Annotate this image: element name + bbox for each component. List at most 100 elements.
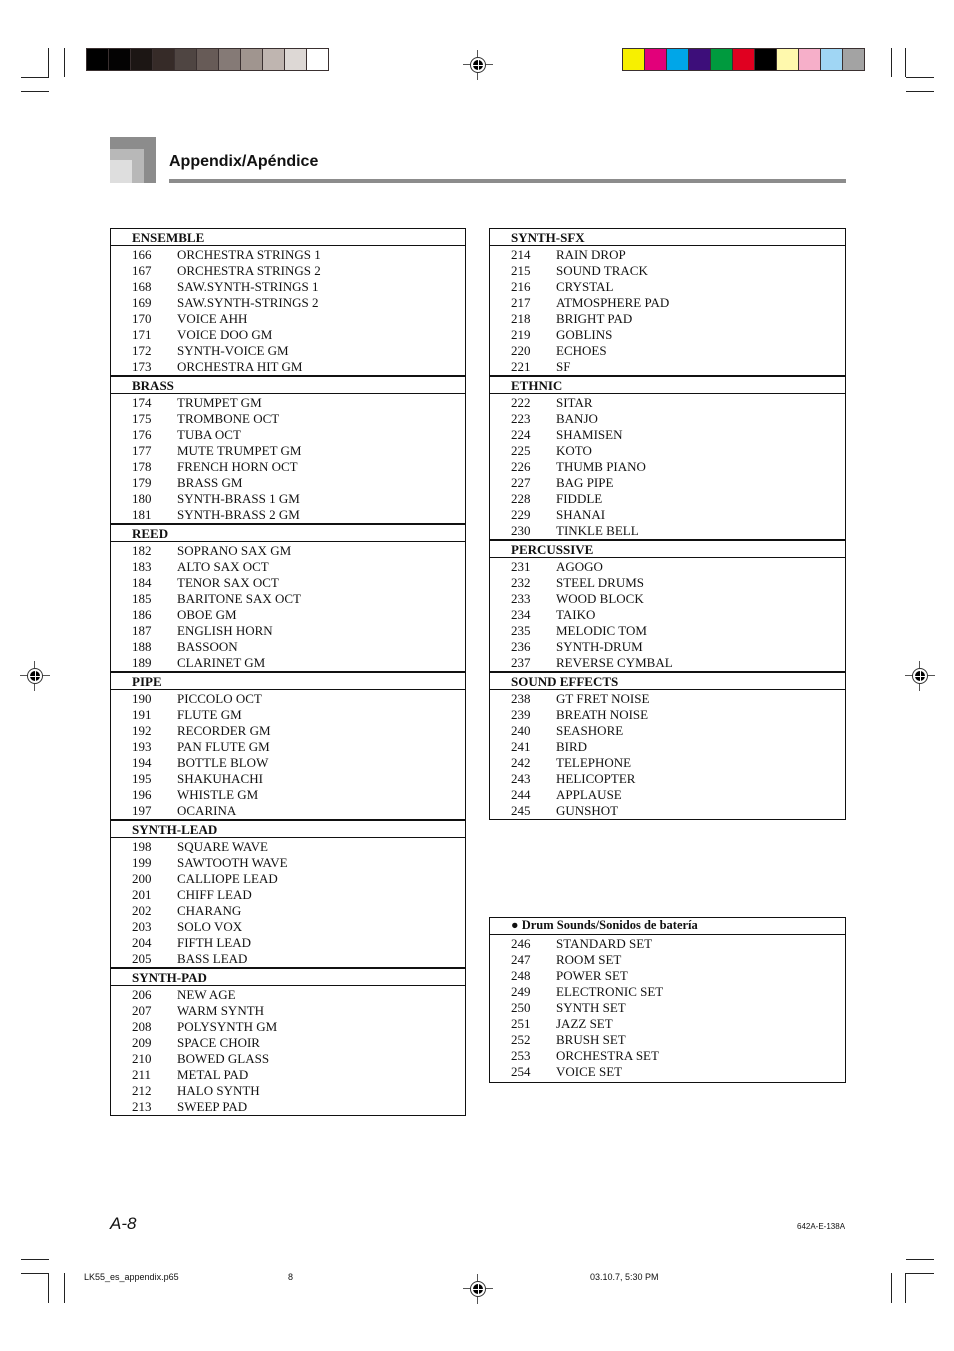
- tone-number: 205: [132, 951, 152, 966]
- tone-row: 176 TUBA OCT: [111, 427, 465, 443]
- color-swatch: [689, 49, 710, 70]
- tone-number: 204: [132, 935, 152, 950]
- category-body: 214 RAIN DROP 215 SOUND TRACK 216 CRYSTAL 217 A…: [490, 246, 845, 377]
- tone-row: 222 SITAR: [490, 395, 845, 411]
- color-swatch: [153, 49, 174, 70]
- tone-name: BREATH NOISE: [556, 707, 649, 722]
- tone-name: GOBLINS: [556, 327, 613, 342]
- tone-name: JAZZ SET: [556, 1016, 613, 1031]
- tone-row: 237 REVERSE CYMBAL: [490, 655, 845, 671]
- tone-name: FIDDLE: [556, 491, 603, 506]
- tone-number: 220: [511, 343, 531, 358]
- tone-row: 171 VOICE DOO GM: [111, 327, 465, 343]
- tone-category-section: PERCUSSIVE 231 AGOGO 232 STEEL DRUMS 233 WOOD …: [490, 541, 845, 673]
- tone-name: SWEEP PAD: [177, 1099, 248, 1114]
- tone-row: 173 ORCHESTRA HIT GM: [111, 359, 465, 375]
- tone-row: 220 ECHOES: [490, 343, 845, 359]
- tone-row: 238 GT FRET NOISE: [490, 691, 845, 707]
- tone-name: SYNTH SET: [556, 1000, 626, 1015]
- tone-number: 223: [511, 411, 531, 426]
- tone-name: SOUND TRACK: [556, 263, 648, 278]
- tone-name: BIRD: [556, 739, 588, 754]
- tone-name: HELICOPTER: [556, 771, 636, 786]
- tone-name: TINKLE BELL: [556, 523, 639, 538]
- tone-row: 206 NEW AGE: [111, 987, 465, 1003]
- tone-number: 246: [511, 936, 531, 951]
- color-swatch: [197, 49, 218, 70]
- tone-number: 225: [511, 443, 531, 458]
- category-body: 182 SOPRANO SAX GM 183 ALTO SAX OCT 184 TENOR…: [111, 542, 465, 673]
- tone-name: MUTE TRUMPET GM: [177, 443, 302, 458]
- tone-name: CRYSTAL: [556, 279, 614, 294]
- color-swatch: [131, 49, 152, 70]
- tone-name: SPACE CHOIR: [177, 1035, 260, 1050]
- tone-row: 199 SAWTOOTH WAVE: [111, 855, 465, 871]
- tone-row: 169 SAW.SYNTH-STRINGS 2: [111, 295, 465, 311]
- tone-number: 244: [511, 787, 531, 802]
- tone-name: SQUARE WAVE: [177, 839, 268, 854]
- tone-number: 214: [511, 247, 531, 262]
- tone-name: TRUMPET GM: [177, 395, 262, 410]
- tone-number: 213: [132, 1099, 152, 1114]
- tone-number: 230: [511, 523, 531, 538]
- registration-target-icon: [463, 50, 493, 80]
- tone-row: 196 WHISTLE GM: [111, 787, 465, 803]
- tone-number: 240: [511, 723, 531, 738]
- crop-mark: [906, 77, 934, 78]
- page-number: A-8: [110, 1214, 137, 1233]
- tone-number: 249: [511, 984, 531, 999]
- tone-number: 247: [511, 952, 531, 967]
- tone-name: TUBA OCT: [177, 427, 241, 442]
- tone-name: SAWTOOTH WAVE: [177, 855, 288, 870]
- tone-category-section: SYNTH-SFX 214 RAIN DROP 215 SOUND TRACK 216 CR…: [490, 229, 845, 377]
- doc-code: 642A-E-138A: [797, 1222, 846, 1231]
- tone-name: WHISTLE GM: [177, 787, 259, 802]
- tone-name: NEW AGE: [177, 987, 236, 1002]
- tone-number: 194: [132, 755, 152, 770]
- crop-mark: [48, 48, 49, 77]
- tone-number: 195: [132, 771, 152, 786]
- tone-row: 243 HELICOPTER: [490, 771, 845, 787]
- tone-number: 203: [132, 919, 152, 934]
- tone-number: 216: [511, 279, 531, 294]
- tone-number: 182: [132, 543, 152, 558]
- tone-row: 254 VOICE SET: [490, 1064, 845, 1080]
- crop-mark: [891, 48, 892, 77]
- tone-number: 222: [511, 395, 531, 410]
- tone-name: APPLAUSE: [556, 787, 622, 802]
- tone-number: 252: [511, 1032, 531, 1047]
- tone-name: GT FRET NOISE: [556, 691, 650, 706]
- tone-number: 241: [511, 739, 531, 754]
- tone-number: 183: [132, 559, 152, 574]
- tone-number: 232: [511, 575, 531, 590]
- tone-row: 179 BRASS GM: [111, 475, 465, 491]
- tone-name: KOTO: [556, 443, 592, 458]
- crop-mark: [906, 91, 934, 92]
- tone-number: 231: [511, 559, 531, 574]
- tone-name: TELEPHONE: [556, 755, 632, 770]
- tone-name: SOLO VOX: [177, 919, 243, 934]
- category-header: SYNTH-LEAD: [111, 821, 465, 838]
- tone-row: 197 OCARINA: [111, 803, 465, 819]
- color-swatch: [645, 49, 666, 70]
- tone-name: TENOR SAX OCT: [177, 575, 279, 590]
- tone-row: 232 STEEL DRUMS: [490, 575, 845, 591]
- tone-row: 239 BREATH NOISE: [490, 707, 845, 723]
- tone-row: 242 TELEPHONE: [490, 755, 845, 771]
- tone-number: 196: [132, 787, 152, 802]
- tone-row: 182 SOPRANO SAX GM: [111, 543, 465, 559]
- tone-row: 189 CLARINET GM: [111, 655, 465, 671]
- tone-name: CHIFF LEAD: [177, 887, 252, 902]
- color-swatch: [733, 49, 754, 70]
- tone-row: 184 TENOR SAX OCT: [111, 575, 465, 591]
- tone-number: 215: [511, 263, 531, 278]
- tone-category-section: REED 182 SOPRANO SAX GM 183 ALTO SAX OCT 184 T…: [111, 525, 465, 673]
- tone-number: 187: [132, 623, 152, 638]
- tone-number: 242: [511, 755, 531, 770]
- tone-name: METAL PAD: [177, 1067, 249, 1082]
- tone-name: SF: [556, 359, 571, 374]
- crop-mark: [891, 1273, 892, 1303]
- tone-name: SITAR: [556, 395, 593, 410]
- tone-name: TROMBONE OCT: [177, 411, 280, 426]
- tone-name: BOTTLE BLOW: [177, 755, 269, 770]
